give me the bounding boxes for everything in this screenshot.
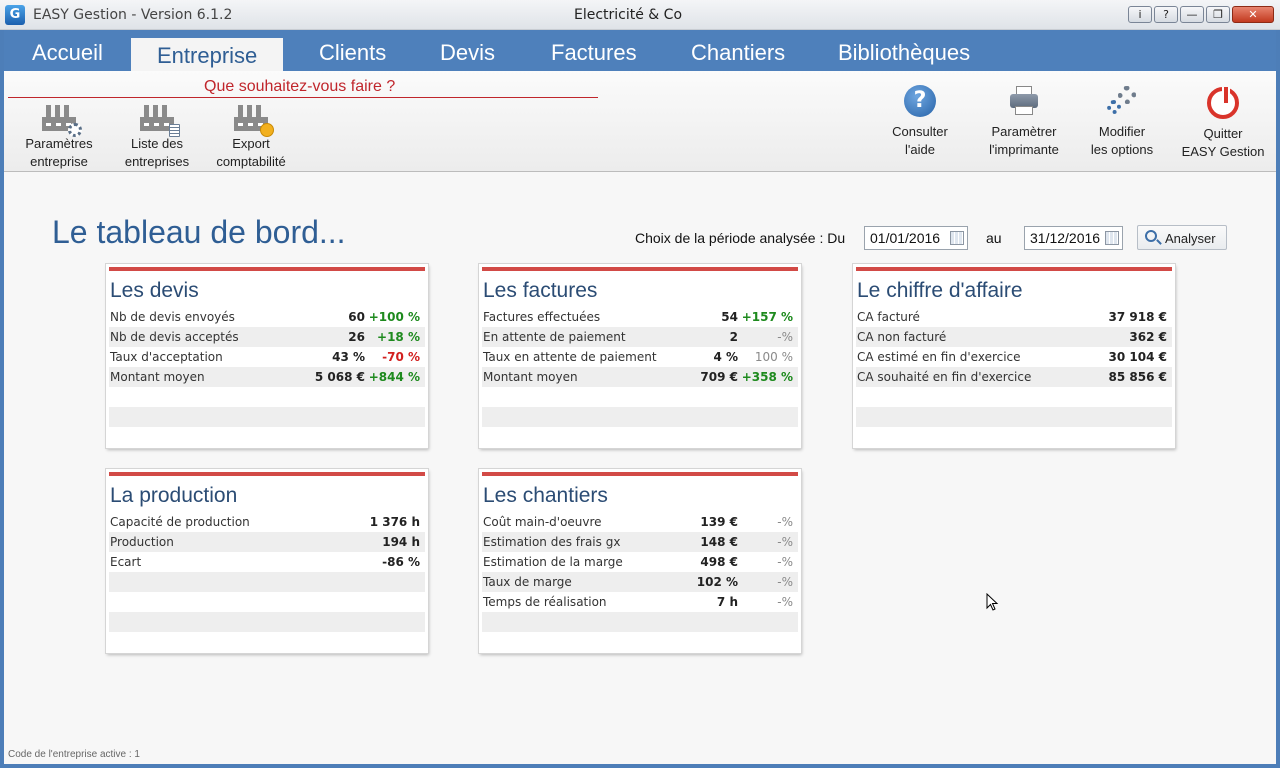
modifier-options-button[interactable]: Modifier les options [1082,85,1162,159]
card-chiffre-affaire: Le chiffre d'affaire CA facturé 37 918 € … [853,264,1175,448]
card-title: Les factures [483,279,598,302]
card-title: Les devis [110,279,199,302]
card-chantiers: Les chantiers Coût main-d'oeuvre 139 € -% … [479,469,801,653]
restore-button[interactable]: ❐ [1206,6,1230,23]
printer-icon [1008,85,1040,117]
export-comptabilite-button[interactable]: Export comptabilité [208,105,294,171]
help-icon: ? [904,85,936,117]
table-row: Estimation de la marge 498 € -% [483,555,793,569]
close-button[interactable]: ✕ [1232,6,1274,23]
table-row: CA facturé 37 918 € [857,310,1167,324]
table-row: Ecart -86 % [110,555,420,569]
mouse-cursor-icon [986,593,999,611]
tab-entreprise[interactable]: Entreprise [131,35,284,71]
factory-export-icon [234,105,274,137]
table-row: Taux de marge 102 % -% [482,572,798,592]
calendar-icon[interactable] [1105,231,1119,245]
search-icon [1145,230,1157,242]
table-row: Taux d'acceptation 43 % -70 % [110,350,420,364]
tab-accueil[interactable]: Accueil [32,35,103,71]
table-row [109,387,425,407]
table-row: Montant moyen 5 068 € +844 % [109,367,425,387]
gears-icon [1106,85,1138,117]
table-row: CA souhaité en fin d'exercice 85 856 € [856,367,1172,387]
info-button[interactable]: i [1128,6,1152,23]
table-row: Capacité de production 1 376 h [110,515,420,529]
table-row: Nb de devis envoyés 60 +100 % [110,310,420,324]
tab-bibliotheques[interactable]: Bibliothèques [838,35,970,71]
quitter-button[interactable]: Quitter EASY Gestion [1176,87,1270,161]
period-label: Choix de la période analysée : Du [635,230,846,246]
tab-devis[interactable]: Devis [440,35,495,71]
card-production: La production Capacité de production 1 37… [106,469,428,653]
factory-gear-icon [42,105,82,137]
table-row [109,592,425,612]
main-nav: Accueil Entreprise Clients Devis Facture… [4,30,1276,71]
liste-entreprises-button[interactable]: Liste des entreprises [118,105,196,171]
status-footer: Code de l'entreprise active : 1 [8,749,140,760]
factory-list-icon [140,105,180,137]
table-row [482,612,798,632]
card-title: Les chantiers [483,484,608,507]
tab-chantiers[interactable]: Chantiers [691,35,785,71]
consulter-aide-button[interactable]: ? Consulter l'aide [880,85,960,159]
dashboard-title: Le tableau de bord... [52,214,346,250]
ribbon-toolbar: Que souhaitez-vous faire ? Paramètres en… [4,71,1276,172]
ribbon-heading: Que souhaitez-vous faire ? [204,78,396,95]
card-factures: Les factures Factures effectuées 54 +157 %… [479,264,801,448]
table-row: Montant moyen 709 € +358 % [482,367,798,387]
table-row [482,407,798,427]
calendar-icon[interactable] [950,231,964,245]
ribbon-divider [8,97,598,98]
parametres-entreprise-button[interactable]: Paramètres entreprise [20,105,98,171]
to-label: au [986,230,1002,246]
table-row [109,612,425,632]
table-row [856,407,1172,427]
table-row: Temps de réalisation 7 h -% [483,595,793,609]
tab-factures[interactable]: Factures [551,35,637,71]
table-row: Estimation des frais gx 148 € -% [482,532,798,552]
table-row: Production 194 h [109,532,425,552]
analyze-button[interactable]: Analyser [1137,225,1227,250]
card-title: La production [110,484,238,507]
power-icon [1207,87,1239,119]
to-date-field[interactable]: 31/12/2016 [1024,226,1123,250]
table-row [482,387,798,407]
help-button[interactable]: ? [1154,6,1178,23]
table-row: En attente de paiement 2 -% [482,327,798,347]
tab-clients[interactable]: Clients [319,35,386,71]
window-controls: i ? — ❐ ✕ [1128,6,1274,23]
table-row: Nb de devis acceptés 26 +18 % [109,327,425,347]
from-date-field[interactable]: 01/01/2016 [864,226,968,250]
table-row [109,407,425,427]
table-row: CA estimé en fin d'exercice 30 104 € [857,350,1167,364]
title-bar: G EASY Gestion - Version 6.1.2 Electrici… [0,0,1280,30]
table-row [856,387,1172,407]
card-devis: Les devis Nb de devis envoyés 60 +100 % Nb… [106,264,428,448]
table-row: Taux en attente de paiement 4 % 100 % [483,350,793,364]
parametrer-imprimante-button[interactable]: Paramètrer l'imprimante [978,85,1070,159]
window-title: Electricité & Co [573,7,683,23]
table-row: CA non facturé 362 € [856,327,1172,347]
table-row: Factures effectuées 54 +157 % [483,310,793,324]
minimize-button[interactable]: — [1180,6,1204,23]
table-row: Coût main-d'oeuvre 139 € -% [483,515,793,529]
table-row [109,572,425,592]
card-title: Le chiffre d'affaire [857,279,1023,302]
